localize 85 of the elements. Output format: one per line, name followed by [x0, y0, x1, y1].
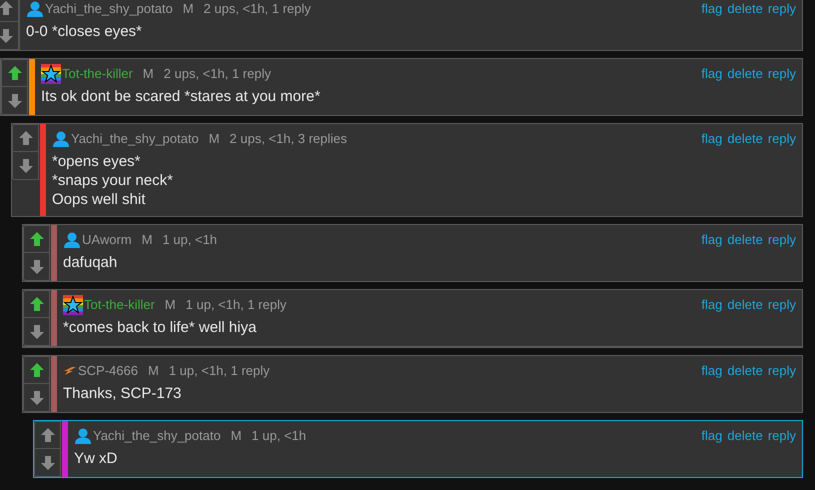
up-arrow-icon [28, 231, 44, 247]
upvote-button[interactable] [23, 290, 50, 318]
downvote-button[interactable] [1, 87, 28, 115]
comment-meta: 2 ups, <1h, 3 replies [230, 130, 347, 148]
comment-text: Its ok dont be scared *stares at you more* [41, 87, 322, 106]
upvote-button[interactable] [34, 421, 61, 449]
rainbow-star-avatar-icon [41, 64, 61, 84]
upvote-button[interactable] [12, 124, 39, 152]
lightning-icon [63, 366, 77, 376]
action-link[interactable]: flag [701, 230, 722, 250]
username-link[interactable]: Tot-the-killer [84, 295, 155, 315]
gender-label: M [230, 427, 242, 446]
user-avatar-icon [74, 428, 92, 444]
action-link[interactable]: reply [768, 361, 796, 381]
up-arrow-icon [40, 427, 56, 443]
action-link[interactable]: flag [701, 129, 722, 149]
action-link[interactable]: delete [727, 295, 763, 315]
up-arrow-icon [18, 130, 34, 146]
down-arrow-icon [40, 454, 56, 470]
user-avatar-icon [52, 131, 70, 147]
action-link[interactable]: delete [727, 64, 763, 84]
down-arrow-icon [28, 324, 44, 340]
username-link[interactable]: Tot-the-killer [62, 64, 133, 84]
down-arrow-icon [28, 390, 44, 406]
comment-text: *comes back to life* well hiya [63, 318, 258, 337]
downvote-button[interactable] [23, 318, 50, 346]
comment-meta: 2 ups, <1h, 1 reply [164, 65, 271, 84]
comment-meta: 2 ups, <1h, 1 reply [204, 0, 311, 18]
username-link[interactable]: Yachi_the_shy_potato [45, 0, 173, 19]
action-link[interactable]: delete [727, 361, 763, 381]
comment-text: dafuqah [63, 253, 118, 272]
comment-text: *snaps your neck* [52, 171, 174, 190]
gender-label: M [142, 231, 152, 250]
gender-label: M [182, 0, 194, 18]
upvote-button[interactable] [1, 59, 28, 87]
downvote-button[interactable] [0, 22, 19, 50]
action-link[interactable]: delete [727, 230, 763, 250]
action-link[interactable]: flag [701, 361, 722, 381]
comment-meta: 1 up, <1h [252, 427, 306, 446]
gender-label: M [142, 65, 154, 84]
gender-label: M [148, 362, 159, 380]
upvote-button[interactable] [23, 356, 50, 384]
comment-text: Oops well shit [52, 190, 146, 209]
downvote-button[interactable] [34, 449, 61, 477]
action-link[interactable]: flag [701, 64, 722, 84]
action-link[interactable]: reply [768, 426, 796, 446]
comment-text: *opens eyes* [52, 152, 142, 171]
action-link[interactable]: flag [701, 0, 722, 19]
rainbow-star-avatar-icon [63, 295, 83, 315]
comment-text: Thanks, SCP-173 [63, 384, 182, 403]
action-link[interactable]: delete [727, 129, 763, 149]
action-link[interactable]: reply [768, 129, 796, 149]
upvote-button[interactable] [23, 225, 50, 253]
user-avatar-icon [63, 232, 81, 248]
up-arrow-icon [28, 296, 44, 312]
action-link[interactable]: flag [701, 426, 722, 446]
downvote-button[interactable] [23, 253, 50, 281]
up-arrow-icon [0, 0, 14, 16]
username-link[interactable]: UAworm [82, 230, 132, 250]
comment-text: 0-0 *closes eyes* [26, 22, 143, 41]
username-link[interactable]: Yachi_the_shy_potato [71, 129, 199, 149]
username-link[interactable]: SCP-4666 [78, 361, 138, 381]
downvote-button[interactable] [23, 384, 50, 412]
username-link[interactable]: Yachi_the_shy_potato [93, 426, 221, 446]
down-arrow-icon [18, 158, 34, 174]
up-arrow-icon [28, 362, 44, 378]
comment-text: Yw xD [74, 449, 118, 468]
action-link[interactable]: delete [727, 426, 763, 446]
gender-label: M [208, 130, 220, 148]
action-link[interactable]: reply [768, 230, 796, 250]
action-link[interactable]: reply [768, 295, 796, 315]
gender-label: M [164, 296, 176, 314]
action-link[interactable]: delete [727, 0, 763, 19]
comment-meta: 1 up, <1h, 1 reply [168, 362, 270, 380]
down-arrow-icon [28, 258, 44, 274]
up-arrow-icon [6, 65, 22, 81]
user-avatar-icon [26, 1, 44, 17]
action-link[interactable]: reply [768, 64, 796, 84]
comment-meta: 1 up, <1h [162, 231, 218, 250]
downvote-button[interactable] [12, 152, 39, 180]
down-arrow-icon [0, 28, 14, 44]
action-link[interactable]: flag [701, 295, 722, 315]
comment-meta: 1 up, <1h, 1 reply [186, 296, 286, 314]
action-link[interactable]: reply [768, 0, 796, 19]
down-arrow-icon [6, 92, 22, 108]
